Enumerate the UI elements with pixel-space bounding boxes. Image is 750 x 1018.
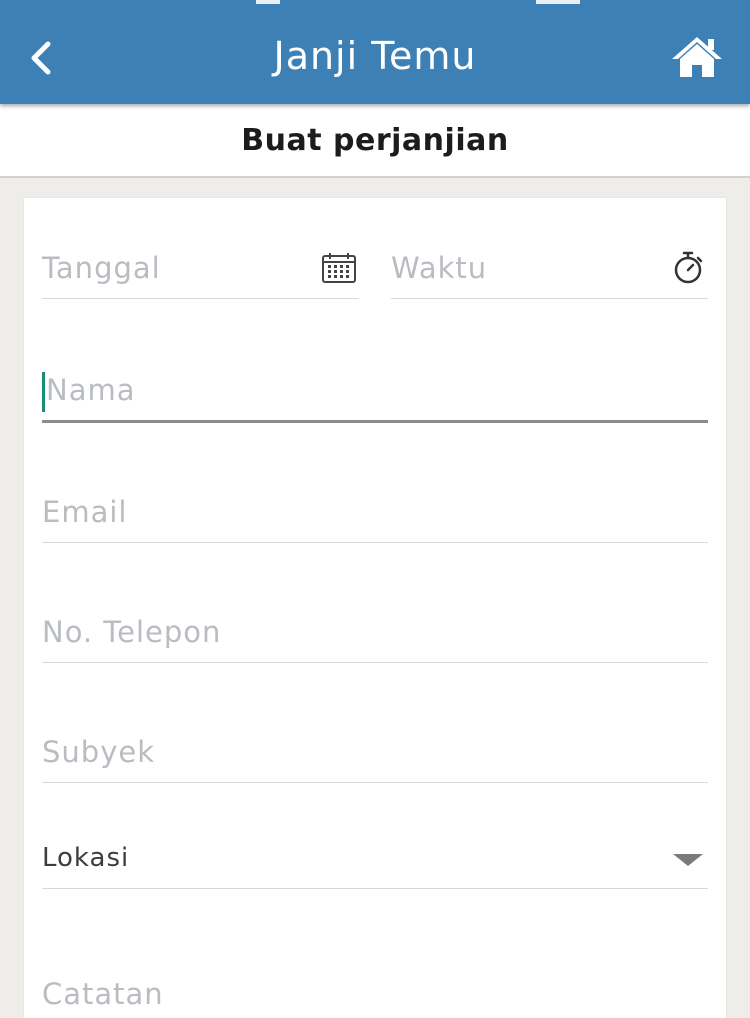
section-title: Buat perjanjian — [241, 123, 509, 158]
time-field[interactable]: Waktu — [391, 238, 708, 299]
status-bar-indicator — [536, 0, 580, 4]
time-placeholder: Waktu — [391, 251, 488, 285]
notes-placeholder: Catatan — [42, 977, 164, 1011]
location-value: Lokasi — [42, 843, 130, 873]
phone-placeholder: No. Telepon — [42, 615, 222, 649]
status-bar-indicator — [256, 0, 280, 4]
date-placeholder: Tanggal — [42, 251, 161, 285]
email-placeholder: Email — [42, 495, 128, 529]
notes-input[interactable]: Catatan — [42, 958, 708, 1018]
email-input[interactable]: Email — [42, 482, 708, 543]
name-placeholder: Nama — [46, 373, 136, 407]
calendar-icon[interactable] — [319, 248, 359, 288]
text-cursor — [42, 372, 45, 412]
subject-input[interactable]: Subyek — [42, 722, 708, 783]
phone-input[interactable]: No. Telepon — [42, 602, 708, 663]
app-header: Janji Temu — [0, 0, 750, 104]
page-title: Janji Temu — [273, 34, 477, 78]
date-field[interactable]: Tanggal — [42, 238, 359, 299]
home-button[interactable] — [666, 30, 728, 84]
name-input[interactable]: Nama — [42, 360, 708, 423]
home-icon — [672, 37, 722, 77]
dropdown-arrow-icon — [668, 840, 708, 880]
sub-header: Buat perjanjian — [0, 104, 750, 178]
location-select[interactable]: Lokasi — [42, 828, 708, 889]
stopwatch-icon[interactable] — [668, 248, 708, 288]
subject-placeholder: Subyek — [42, 735, 155, 769]
appointment-form: Tanggal Waktu Nama Email No. Telepon Sub… — [24, 198, 726, 1018]
